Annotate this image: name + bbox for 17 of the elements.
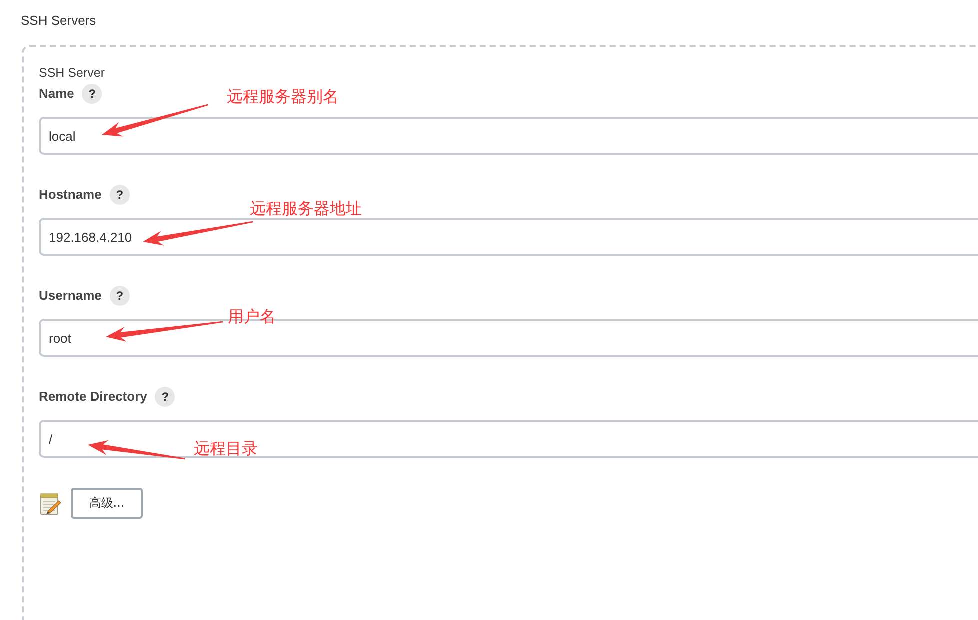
help-button[interactable]: ? xyxy=(110,286,130,306)
annotation-label: 远程服务器地址 xyxy=(250,200,362,218)
help-button[interactable]: ? xyxy=(155,387,176,407)
field-label: Name xyxy=(39,85,74,103)
field-label: Remote Directory xyxy=(39,388,148,406)
advanced-button[interactable]: 高级... xyxy=(71,488,143,519)
notepad-pencil-icon xyxy=(40,492,62,514)
server-title: SSH Server xyxy=(39,65,105,82)
help-button[interactable]: ? xyxy=(82,84,102,104)
section-title: SSH Servers xyxy=(21,12,98,30)
annotation-label: 远程服务器别名 xyxy=(227,88,339,106)
field-label: Username xyxy=(39,287,102,305)
text-field[interactable]: local xyxy=(39,117,978,155)
field-label: Hostname xyxy=(39,186,102,204)
annotation-label: 远程目录 xyxy=(194,440,258,458)
text-field[interactable]: 192.168.4.210 xyxy=(39,218,978,256)
help-button[interactable]: ? xyxy=(110,185,130,205)
